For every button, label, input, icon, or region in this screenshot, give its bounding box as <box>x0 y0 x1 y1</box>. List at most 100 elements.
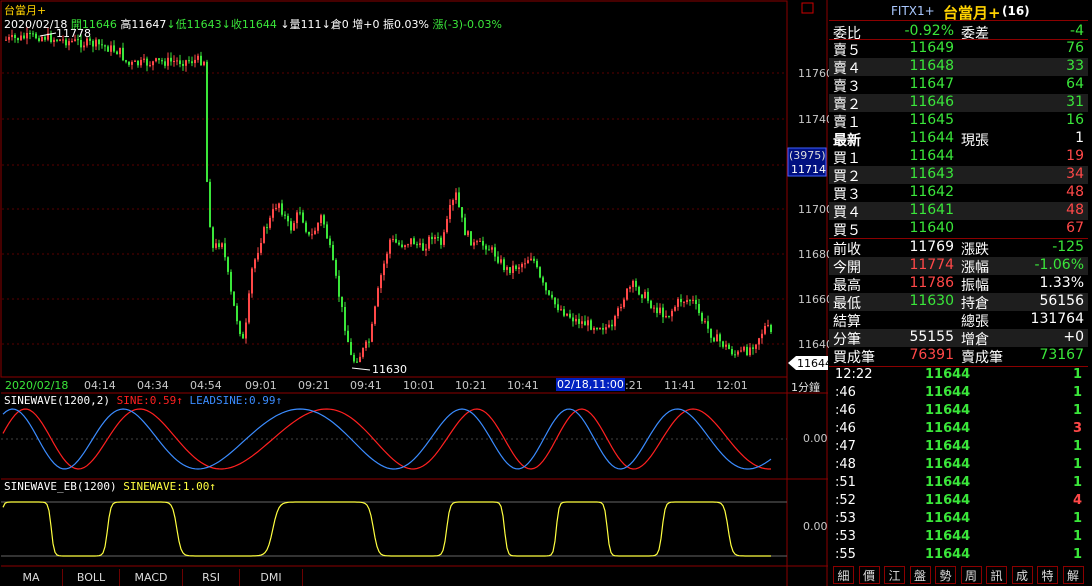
quote-header: FITX1+ 台當月+ (16) <box>829 0 1088 22</box>
stat-value: 11769 <box>909 239 954 255</box>
candle-body <box>227 257 229 272</box>
tick-row: :51 11644 1 <box>829 475 1088 493</box>
candle-body <box>188 60 190 62</box>
ask-row[interactable]: 賣４ 11648 33 <box>829 58 1088 77</box>
ma-button[interactable]: MA <box>0 569 63 586</box>
candle-body <box>347 330 349 343</box>
tick-price: 11644 <box>925 367 971 382</box>
candle-body <box>398 242 400 245</box>
candle-body <box>17 38 19 41</box>
candle-body <box>311 234 313 236</box>
candle-body <box>374 306 376 324</box>
ask-row[interactable]: 賣２ 11646 31 <box>829 94 1088 113</box>
tick-time: :51 <box>835 475 856 490</box>
time-label-5: 09:21 <box>298 379 330 392</box>
candle-body <box>707 321 709 329</box>
candle-body <box>761 333 763 339</box>
sinewave-eb-zero-label: 0.00 <box>803 520 828 533</box>
chart-area[interactable]: 台當月+ 2020/02/18 開11646 高11647↓低11643↓收11… <box>0 0 833 586</box>
candle-body <box>710 328 712 338</box>
tick-row: :52 11644 4 <box>829 493 1088 511</box>
ask-price: 11648 <box>909 58 954 74</box>
ask-label: 賣３ <box>833 79 861 95</box>
price-gridlines <box>2 72 786 345</box>
ask-qty: 33 <box>1066 58 1084 74</box>
tick-price: 11644 <box>925 385 971 400</box>
candle-body <box>569 313 571 318</box>
panel-tab[interactable]: 訊 <box>986 566 1007 584</box>
quote-count: (16) <box>1002 4 1030 18</box>
time-label-6: 09:41 <box>350 379 382 392</box>
ask-row[interactable]: 賣５ 11649 76 <box>829 40 1088 59</box>
panel-tab[interactable]: 周 <box>960 566 982 584</box>
panel-tab[interactable]: 成 <box>1011 566 1033 584</box>
stat-value-2: -1.06% <box>1034 257 1084 273</box>
quote-panel[interactable]: FITX1+ 台當月+ (16) 委比 -0.92% 委差 -4 賣５ 1164… <box>829 0 1092 586</box>
stat-label-2: 漲幅 <box>961 260 989 276</box>
main-chart-frame <box>0 0 788 378</box>
sinewave-eb-legend: SINEWAVE_EB(1200) SINEWAVE:1.00↑ <box>4 480 216 493</box>
candle-body <box>236 305 238 322</box>
candlestick-series <box>5 27 772 364</box>
candle-body <box>758 338 760 345</box>
candle-body <box>203 61 205 66</box>
candle-body <box>326 224 328 239</box>
panel-tab[interactable]: 盤 <box>909 566 931 584</box>
candle-body <box>521 263 523 268</box>
candle-body <box>212 227 214 248</box>
candle-body <box>200 55 202 66</box>
bid-row[interactable]: 買１ 11644 19 <box>829 148 1088 167</box>
candle-body <box>23 35 25 39</box>
bid-row[interactable]: 買４ 11641 48 <box>829 202 1088 221</box>
close-icon[interactable] <box>801 2 814 14</box>
candle-body <box>602 328 604 330</box>
boll-button[interactable]: BOLL <box>63 569 120 586</box>
candle-body <box>410 238 412 245</box>
tick-row: 12:22 11644 1 <box>829 367 1088 385</box>
panel-tab[interactable]: 細 <box>833 566 854 584</box>
high-marker-label: 11778 <box>56 27 91 40</box>
tick-time: :46 <box>835 403 856 418</box>
candle-body <box>422 243 424 251</box>
bid-row[interactable]: 買２ 11643 34 <box>829 166 1088 185</box>
time-label-9: 10:41 <box>507 379 539 392</box>
high-value: 11647 <box>131 18 167 31</box>
last-price-tag: 11644 <box>797 357 832 370</box>
panel-tab[interactable]: 解 <box>1062 566 1084 584</box>
change: 漲(-3)-0.03% <box>432 18 502 31</box>
candle-body <box>44 36 46 40</box>
candle-body <box>638 286 640 295</box>
candle-body <box>716 334 718 342</box>
macd-button[interactable]: MACD <box>120 569 183 586</box>
tick-time: :48 <box>835 457 856 472</box>
candle-body <box>260 243 262 253</box>
ask-row[interactable]: 賣３ 11647 64 <box>829 76 1088 95</box>
panel-tab[interactable]: 特 <box>1037 566 1058 584</box>
dmi-button[interactable]: DMI <box>240 569 303 586</box>
price-label-5: 11680 <box>798 248 833 261</box>
candle-body <box>719 334 721 342</box>
period-selector[interactable]: 1分鐘 <box>791 379 820 395</box>
cursor-count: (3975) <box>789 149 826 162</box>
candle-body <box>572 317 574 322</box>
candle-body <box>335 260 337 276</box>
chart-canvas[interactable] <box>0 0 828 586</box>
ask-row[interactable]: 賣１ 11645 16 <box>829 112 1088 131</box>
candle-body <box>683 301 685 303</box>
panel-tab[interactable]: 江 <box>884 566 905 584</box>
rsi-button[interactable]: RSI <box>183 569 240 586</box>
candle-body <box>686 300 688 302</box>
panel-tab[interactable]: 勢 <box>935 566 956 584</box>
stat-label: 買成筆 <box>833 350 875 366</box>
panel-tab[interactable]: 價 <box>858 566 880 584</box>
candle-body <box>257 252 259 260</box>
quote-name: 台當月+ <box>943 4 1001 22</box>
bid-row[interactable]: 買３ 11642 48 <box>829 184 1088 203</box>
bid-row[interactable]: 買５ 11640 67 <box>829 220 1088 239</box>
volume-label: ↓量 <box>280 18 301 31</box>
candle-body <box>764 326 766 334</box>
candle-body <box>605 327 607 330</box>
candle-body <box>542 277 544 283</box>
candle-body <box>743 346 745 351</box>
ask-price: 11649 <box>909 40 954 56</box>
